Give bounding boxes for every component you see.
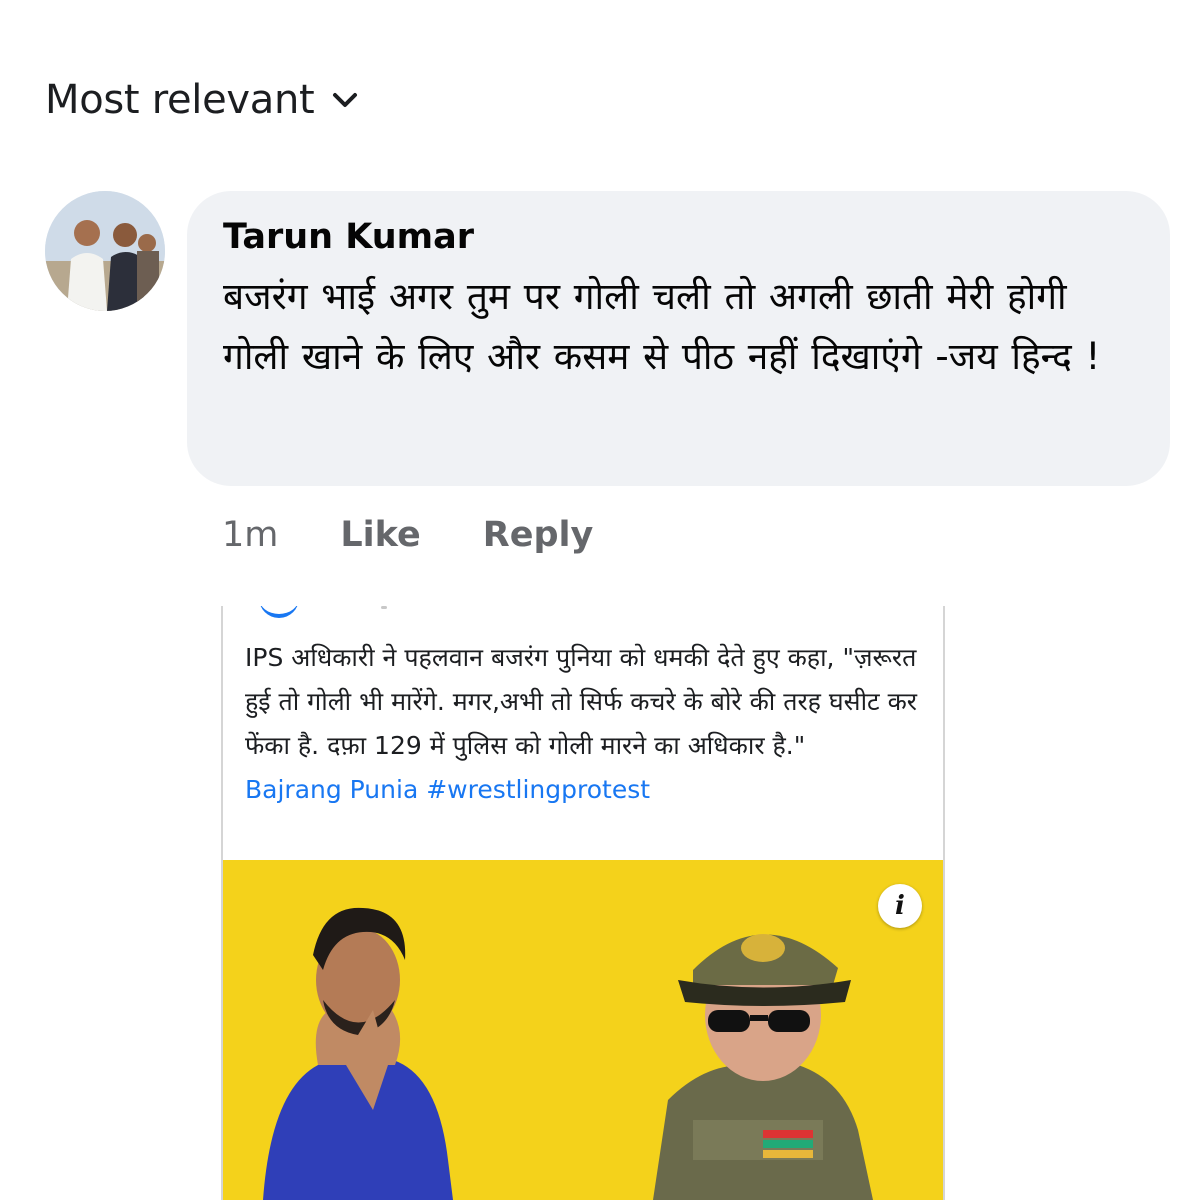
like-button[interactable]: Like — [340, 515, 420, 555]
comment-text: बजरंग भाई अगर तुम पर गोली चली तो अगली छा… — [223, 275, 1101, 378]
comment-author[interactable]: Tarun Kumar — [223, 211, 1130, 263]
info-icon: i — [895, 891, 905, 921]
wrestler-and-officer-image — [223, 860, 943, 1200]
card-top-dot — [381, 606, 387, 609]
reply-button[interactable]: Reply — [483, 515, 594, 555]
avatar[interactable] — [45, 191, 165, 311]
card-top-decoration — [259, 606, 299, 618]
attached-post-card[interactable]: IPS अधिकारी ने पहलवान बजरंग पुनिया को धम… — [221, 606, 945, 1200]
attached-post-tags[interactable]: Bajrang Punia #wrestlingprotest — [245, 775, 650, 804]
attached-post-image[interactable]: i — [223, 860, 943, 1200]
attached-post-body: IPS अधिकारी ने पहलवान बजरंग पुनिया को धम… — [245, 643, 918, 760]
comment-actions: 1m Like Reply — [222, 510, 593, 560]
chevron-down-icon — [333, 93, 358, 107]
profile-photo-icon — [45, 191, 165, 311]
sort-label: Most relevant — [45, 77, 315, 123]
info-button[interactable]: i — [878, 884, 922, 928]
comment-timestamp[interactable]: 1m — [222, 515, 278, 555]
sort-dropdown[interactable]: Most relevant — [45, 72, 358, 128]
attached-post-text: IPS अधिकारी ने पहलवान बजरंग पुनिया को धम… — [245, 636, 935, 812]
comment-bubble: Tarun Kumar बजरंग भाई अगर तुम पर गोली चल… — [187, 191, 1170, 486]
